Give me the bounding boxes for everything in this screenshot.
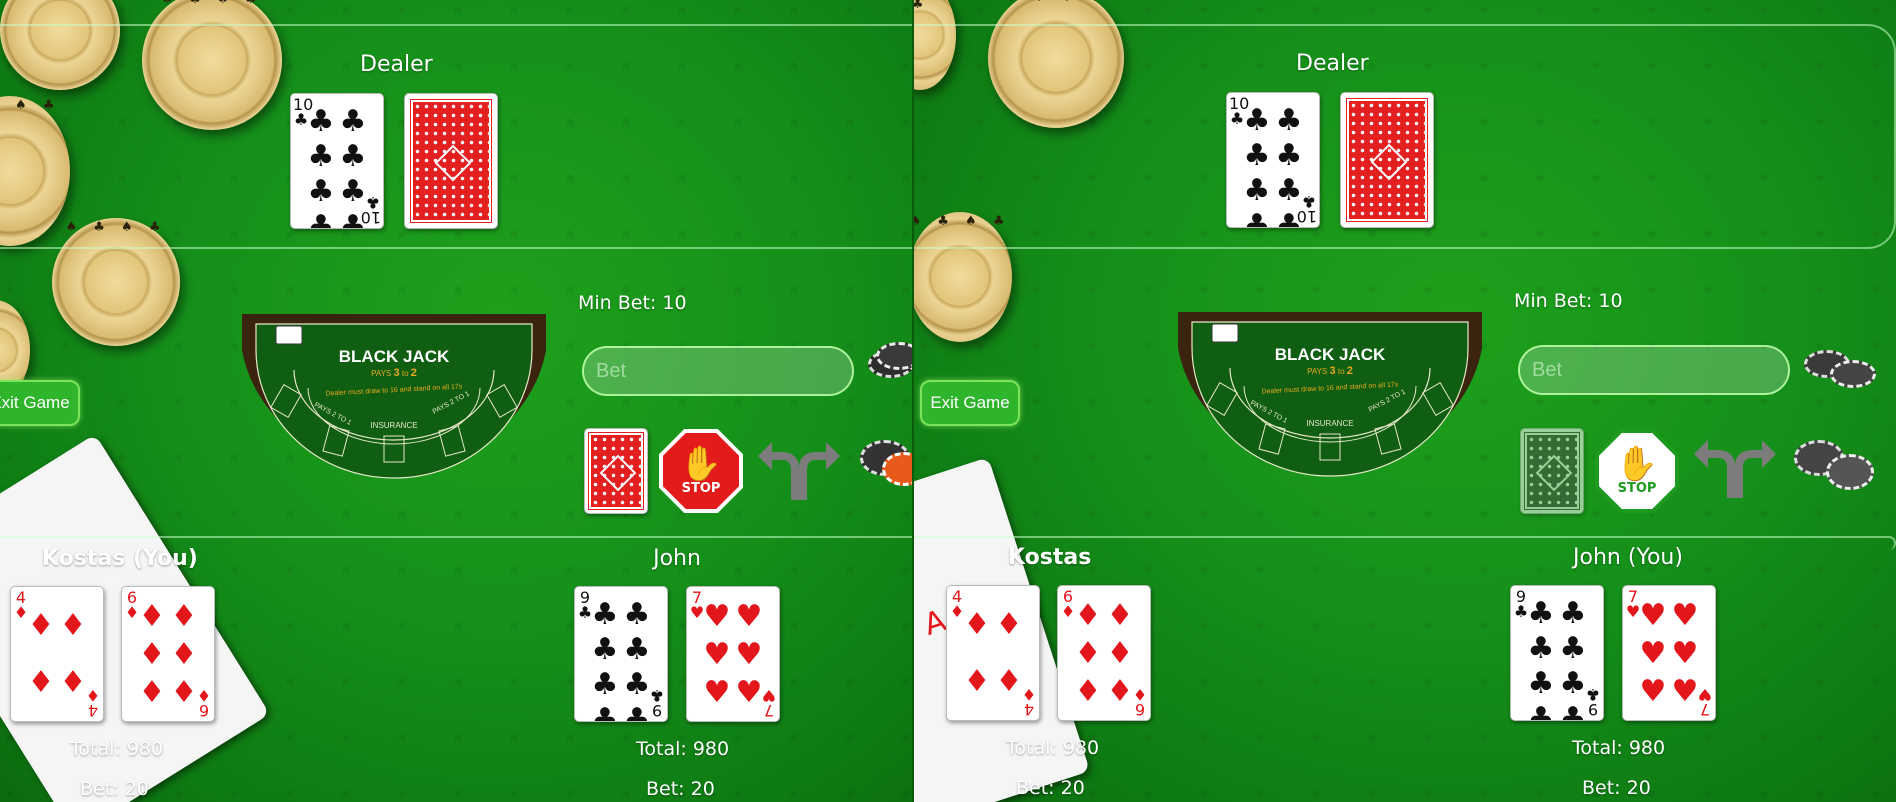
card-suit: ♦: [196, 686, 212, 705]
game-root: A ♠ Dealer 10♣ ♣♣♣♣♣♣♣♣ 10♣ BLACK JACK P…: [0, 0, 1896, 802]
stand-button[interactable]: ✋ STOP: [658, 428, 744, 514]
bet-input[interactable]: [582, 346, 854, 396]
player2-card-2: 7 ♥ ♥ ♥ ♥ ♥ ♥ ♥ 7 ♥: [686, 586, 780, 722]
split-arrows-icon[interactable]: [1692, 428, 1778, 500]
player2-name: John (You): [1573, 545, 1683, 570]
double-chips-icon[interactable]: [856, 426, 912, 496]
min-bet-label: Min Bet: 10: [578, 292, 687, 314]
table-insurance: INSURANCE: [370, 421, 417, 430]
left-player-view: A ♠ Dealer 10♣ ♣♣♣♣♣♣♣♣ 10♣ BLACK JACK P…: [0, 0, 914, 802]
player2-total: Total: 980: [1572, 737, 1666, 759]
player2-bet: Bet: 20: [1582, 777, 1651, 799]
split-arrows-icon[interactable]: [756, 430, 842, 502]
table-title: BLACK JACK: [339, 347, 450, 366]
player1-card-1: 4 ♦ ♦ ♦ ♦ ♦ 4 ♦: [10, 586, 104, 722]
card-suit: ♥: [761, 686, 777, 705]
table-pays-two: 2: [411, 367, 417, 379]
stand-button[interactable]: ✋ STOP: [1594, 428, 1680, 514]
player1-bet: Bet: 20: [80, 778, 149, 800]
stop-hand-icon: ✋: [679, 443, 723, 484]
table-pays-to: to: [402, 369, 409, 378]
min-bet-label: Min Bet: 10: [1514, 290, 1623, 312]
card-suit: ♦: [1132, 685, 1148, 704]
dealer-label: Dealer: [360, 52, 433, 77]
player2-total: Total: 980: [636, 738, 730, 760]
dealer-card-hidden: [1340, 92, 1434, 228]
blackjack-table-graphic: BLACK JACK PAYS 3 to 2 Dealer must draw …: [1178, 312, 1482, 477]
player1-card-2: 6 ♦ ♦ ♦ ♦ ♦ ♦ ♦ 6 ♦: [1057, 585, 1151, 721]
player2-bet: Bet: 20: [646, 778, 715, 800]
stop-hand-icon: ✋: [1615, 443, 1659, 484]
player1-card-1: 4 ♦ ♦ ♦ ♦ ♦ 4 ♦: [946, 585, 1040, 721]
blackjack-table-graphic: BLACK JACK PAYS 3 to 2 Dealer must draw …: [242, 314, 546, 479]
dealer-label: Dealer: [1296, 51, 1369, 76]
stop-label: STOP: [681, 480, 721, 496]
chip-stack-icon[interactable]: [868, 340, 912, 390]
card-suit: ♣: [1585, 685, 1601, 704]
right-player-view: A Dealer 10♣ ♣♣♣♣♣♣♣♣ 10♣ BLACK JACK PAY…: [914, 0, 1896, 802]
player1-card-2: 6 ♦ ♦ ♦ ♦ ♦ ♦ ♦ 6 ♦: [121, 586, 215, 722]
player2-card-1: 9 ♣ ♣ ♣ ♣ ♣ ♣ ♣ ♣ ♣ 9 ♣: [574, 586, 668, 722]
dealer-card-up: 10 ♣ ♣ ♣ ♣ ♣ ♣ ♣ ♣ ♣ 10 ♣: [290, 93, 384, 229]
table-insurance: INSURANCE: [1306, 419, 1353, 428]
player1-name: Kostas: [1008, 545, 1092, 570]
card-suit: ♥: [1697, 685, 1713, 704]
player2-card-2: 7 ♥ ♥ ♥ ♥ ♥ ♥ ♥ 7 ♥: [1622, 585, 1716, 721]
hit-button[interactable]: [1520, 428, 1584, 514]
table-title: BLACK JACK: [1275, 345, 1386, 364]
exit-game-button[interactable]: Exit Game: [920, 380, 1020, 426]
table-pays-three: 3: [1330, 365, 1336, 377]
decor-ace-suit: ♠: [0, 564, 8, 609]
card-suit: ♦: [1021, 685, 1037, 704]
player2-name: John: [653, 546, 701, 571]
table-pays-three: 3: [394, 367, 400, 379]
card-suit: ♦: [85, 686, 101, 705]
dealer-card-up: 10 ♣ ♣ ♣ ♣ ♣ ♣ ♣ ♣ ♣ 10 ♣: [1226, 92, 1320, 228]
svg-text:PAYS 3 to: PAYS 3 to 2: [371, 367, 417, 379]
player2-card-1: 9 ♣ ♣ ♣ ♣ ♣ ♣ ♣ ♣ ♣ 9 ♣: [1510, 585, 1604, 721]
bet-input[interactable]: [1518, 345, 1790, 395]
table-pays-two: 2: [1347, 365, 1353, 377]
player1-total: Total: 980: [70, 738, 164, 760]
double-chips-icon[interactable]: [1790, 426, 1880, 500]
table-pays-to: to: [1338, 367, 1345, 376]
dealer-card-hidden: [404, 93, 498, 229]
card-suit: ♣: [1301, 192, 1317, 211]
table-pays: PAYS: [371, 369, 391, 378]
players-zone-divider: [0, 536, 912, 539]
player1-name: Kostas (You): [42, 546, 198, 571]
card-suit: ♣: [649, 686, 665, 705]
exit-game-button[interactable]: Exit Game: [0, 380, 80, 426]
card-pips: ♣ ♣ ♣ ♣ ♣ ♣ ♣ ♣: [307, 104, 367, 229]
stop-label: STOP: [1617, 480, 1657, 496]
table-pays: PAYS: [1307, 367, 1327, 376]
player1-bet: Bet: 20: [1016, 777, 1085, 799]
chip-stack-icon[interactable]: [1804, 340, 1884, 396]
hit-button[interactable]: [584, 428, 648, 514]
card-suit: ♣: [365, 193, 381, 212]
player1-total: Total: 980: [1006, 737, 1100, 759]
svg-text:PAYS 3 to: PAYS 3 to 2: [1307, 365, 1353, 377]
